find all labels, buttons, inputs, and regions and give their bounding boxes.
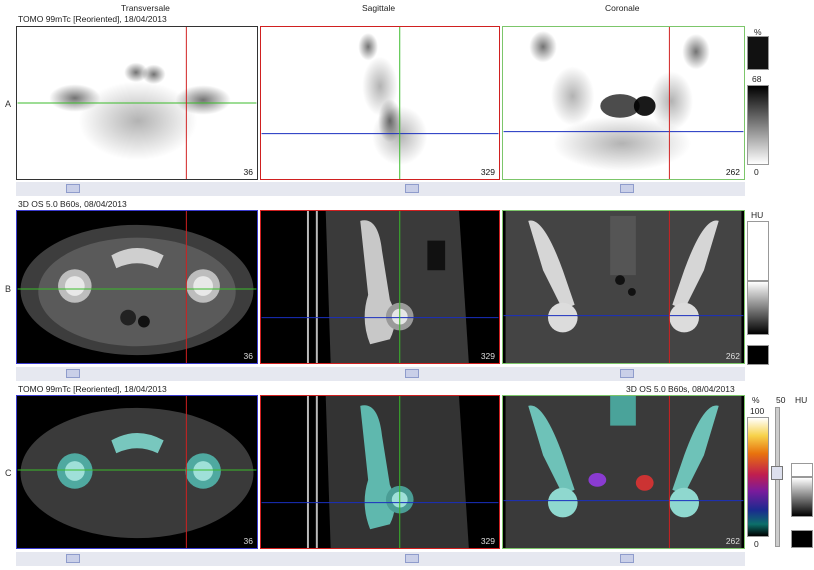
slice-number: 36 bbox=[243, 536, 253, 546]
column-header-transversal: Transversale bbox=[121, 3, 170, 13]
slice-number: 329 bbox=[480, 167, 495, 177]
row-b-scroll-strip bbox=[16, 367, 745, 381]
row-b-label: B bbox=[5, 284, 12, 294]
row-b-coronal-scroll-thumb[interactable] bbox=[620, 369, 634, 378]
row-a-coronal-view[interactable]: 262 bbox=[502, 26, 745, 180]
row-b-sagittal-view[interactable]: 329 bbox=[260, 210, 500, 364]
row-b-coronal-view[interactable]: 262 bbox=[502, 210, 745, 364]
slice-number: 329 bbox=[480, 536, 495, 546]
scale-c-pet-max: 100 bbox=[750, 406, 765, 416]
row-c-series-title: TOMO 99mTc [Reoriented], 18/04/2013 bbox=[18, 384, 167, 394]
row-a-transversal-scroll-thumb[interactable] bbox=[66, 184, 80, 193]
row-a-label: A bbox=[5, 99, 12, 109]
column-header-coronal: Coronale bbox=[605, 3, 640, 13]
row-c-transversal-scroll-thumb[interactable] bbox=[66, 554, 80, 563]
row-a-scroll-strip bbox=[16, 182, 745, 196]
spect-coronal-image bbox=[503, 27, 744, 179]
row-c-sagittal-view[interactable]: 329 bbox=[260, 395, 500, 549]
scale-c-pet-gradient[interactable] bbox=[747, 417, 769, 537]
scale-c-fusion-value: 50 bbox=[776, 395, 786, 405]
row-c-scroll-strip bbox=[16, 552, 745, 566]
row-a-coronal-scroll-thumb[interactable] bbox=[620, 184, 634, 193]
row-a-transversal-view[interactable]: 36 bbox=[16, 26, 258, 180]
fusion-transversal-image bbox=[17, 396, 257, 548]
ct-transversal-image bbox=[17, 211, 257, 363]
scale-a-top-block bbox=[747, 36, 769, 70]
scale-b-unit: HU bbox=[751, 210, 764, 220]
row-b-sagittal-scroll-thumb[interactable] bbox=[405, 369, 419, 378]
row-c-transversal-view[interactable]: 36 bbox=[16, 395, 258, 549]
scale-c-ct-bottom-block bbox=[791, 530, 813, 548]
row-a-series-title: TOMO 99mTc [Reoriented], 18/04/2013 bbox=[18, 14, 167, 24]
scale-c-pet-min: 0 bbox=[754, 539, 759, 549]
slice-number: 262 bbox=[725, 536, 740, 546]
scale-c-ct-unit: HU bbox=[795, 395, 808, 405]
spect-transversal-image bbox=[17, 27, 257, 179]
slice-number: 36 bbox=[243, 351, 253, 361]
ct-coronal-image bbox=[503, 211, 744, 363]
scale-c-ct-gradient[interactable] bbox=[791, 477, 813, 517]
row-c-sagittal-scroll-thumb[interactable] bbox=[405, 554, 419, 563]
scale-a-gradient[interactable] bbox=[747, 85, 769, 165]
row-a-sagittal-view[interactable]: 329 bbox=[260, 26, 500, 180]
fusion-coronal-image bbox=[503, 396, 744, 548]
row-b-transversal-view[interactable]: 36 bbox=[16, 210, 258, 364]
fusion-slider-thumb[interactable] bbox=[771, 466, 783, 480]
fusion-sagittal-image bbox=[261, 396, 499, 548]
row-c-coronal-scroll-thumb[interactable] bbox=[620, 554, 634, 563]
scale-b-gradient[interactable] bbox=[747, 281, 769, 335]
scale-c-pet-unit: % bbox=[752, 395, 760, 405]
spect-sagittal-image bbox=[261, 27, 499, 179]
slice-number: 329 bbox=[480, 351, 495, 361]
scale-a-value: 68 bbox=[752, 74, 762, 84]
scale-c-ct-top-block bbox=[791, 463, 813, 477]
row-c-series-title-right: 3D OS 5.0 B60s, 08/04/2013 bbox=[626, 384, 735, 394]
slice-number: 262 bbox=[725, 351, 740, 361]
row-c-coronal-view[interactable]: 262 bbox=[502, 395, 745, 549]
slice-number: 262 bbox=[725, 167, 740, 177]
scale-b-bottom-block bbox=[747, 345, 769, 365]
scale-a-min: 0 bbox=[754, 167, 759, 177]
row-b-series-title: 3D OS 5.0 B60s, 08/04/2013 bbox=[18, 199, 127, 209]
row-a-sagittal-scroll-thumb[interactable] bbox=[405, 184, 419, 193]
ct-sagittal-image bbox=[261, 211, 499, 363]
row-c-label: C bbox=[5, 468, 12, 478]
column-header-sagittal: Sagittale bbox=[362, 3, 396, 13]
scale-b-top-block bbox=[747, 221, 769, 281]
row-b-transversal-scroll-thumb[interactable] bbox=[66, 369, 80, 378]
slice-number: 36 bbox=[243, 167, 253, 177]
